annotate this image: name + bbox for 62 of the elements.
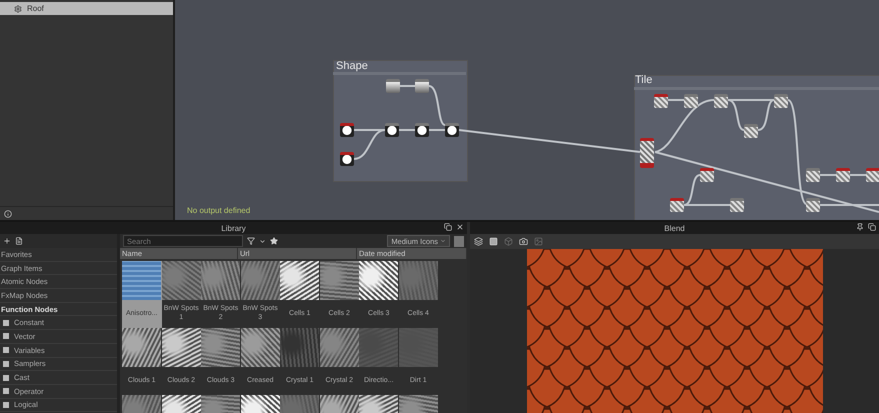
connection-wire [429,129,445,131]
layers-icon[interactable] [474,237,483,246]
texture-thumbnail [240,328,280,367]
explorer-item[interactable]: Roof [0,2,173,15]
texture-thumbnail [359,328,398,367]
caret-icon [440,238,446,244]
graph-node[interactable] [806,168,820,182]
info-icon[interactable] [4,210,12,218]
star-icon[interactable] [270,237,278,245]
texture-thumbnail [240,261,280,300]
texture-thumbnail [398,261,438,300]
texture-thumbnail [201,328,240,367]
graph-node[interactable] [836,168,850,182]
graph-node[interactable] [445,123,459,137]
connection-wire [399,129,415,131]
graph-node[interactable] [415,79,429,93]
texture-thumbnail [398,328,438,367]
frame-title: Tile [635,74,652,86]
texture-thumbnail [122,328,162,367]
texture-thumbnail [280,328,320,367]
graph-node[interactable] [640,138,654,168]
graph-node[interactable] [415,123,429,137]
panel-title: Blend [664,224,685,232]
graph-node[interactable] [386,79,400,93]
connection-wire [400,85,415,87]
graph-node[interactable] [340,152,354,166]
graph-node[interactable] [700,168,714,182]
caret-icon[interactable] [259,238,266,244]
item-label: Roof [27,4,44,13]
graph-node[interactable] [670,198,684,212]
square-icon[interactable] [489,237,498,246]
graph-node[interactable] [340,123,354,137]
graph-node[interactable] [385,123,399,137]
texture-thumbnail [162,328,201,367]
texture-thumbnail [162,261,201,300]
pin-icon[interactable] [856,223,864,231]
texture-thumbnail [320,328,359,367]
frame-title: Shape [336,60,368,72]
connection-wire [428,85,446,126]
texture-thumbnail [359,261,398,300]
status-message: No output defined [187,206,250,215]
add-icon[interactable] [3,237,11,245]
options-button[interactable] [454,236,464,246]
close-icon[interactable] [456,223,464,231]
undock-icon[interactable] [444,223,452,231]
undock-icon[interactable] [868,223,876,231]
graph-node[interactable] [714,94,728,108]
filter-icon[interactable] [247,237,255,245]
graph-node[interactable] [730,198,744,212]
texture-thumbnail [280,261,320,300]
graph-node[interactable] [684,94,698,108]
graph-node[interactable] [866,168,879,182]
graph-node[interactable] [806,198,820,212]
graph-node[interactable] [774,94,788,108]
texture-thumbnail [122,261,162,300]
page-icon[interactable] [15,237,23,245]
graph-node[interactable] [654,94,668,108]
graph-node[interactable] [744,124,758,138]
panel-title: Library [221,224,246,232]
texture-thumbnail [201,261,240,300]
camera-icon[interactable] [519,237,528,246]
texture-thumbnail [320,261,359,300]
